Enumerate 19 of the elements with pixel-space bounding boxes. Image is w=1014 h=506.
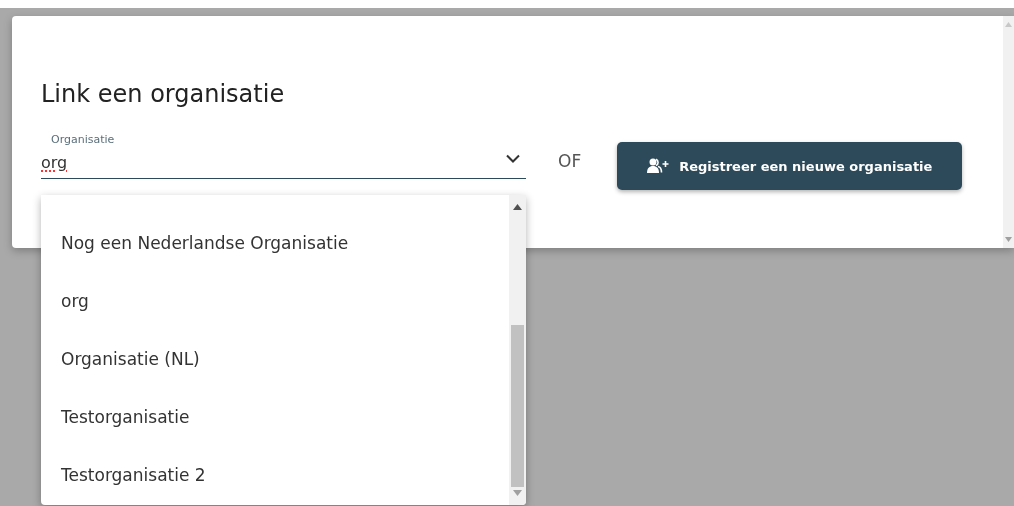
dropdown-option[interactable]: Nog een Nederlandse Organisatie bbox=[41, 214, 509, 272]
scrollbar[interactable] bbox=[1003, 16, 1014, 248]
dropdown-option[interactable]: Testorganisatie bbox=[41, 388, 509, 446]
field-label: Organisatie bbox=[51, 133, 115, 146]
register-organisation-button[interactable]: Registreer een nieuwe organisatie bbox=[617, 142, 963, 190]
scrollbar[interactable] bbox=[509, 195, 526, 505]
or-separator: OF bbox=[558, 150, 582, 173]
dropdown-option[interactable]: org bbox=[41, 272, 509, 330]
dropdown-option[interactable]: Testorganisatie 2 bbox=[41, 446, 509, 504]
scroll-down-icon[interactable] bbox=[1005, 237, 1012, 242]
add-users-icon bbox=[647, 158, 670, 174]
dropdown-option[interactable]: Organisatie (NL) bbox=[41, 330, 509, 388]
scrollbar-thumb[interactable] bbox=[511, 325, 524, 487]
chevron-icon[interactable] bbox=[506, 154, 520, 163]
dialog-title: Link een organisatie bbox=[41, 79, 286, 110]
scroll-up-icon[interactable] bbox=[513, 204, 522, 210]
scroll-down-icon[interactable] bbox=[513, 490, 522, 496]
organisation-field[interactable]: Organisatie org bbox=[41, 133, 526, 179]
field-value: org bbox=[41, 153, 68, 172]
